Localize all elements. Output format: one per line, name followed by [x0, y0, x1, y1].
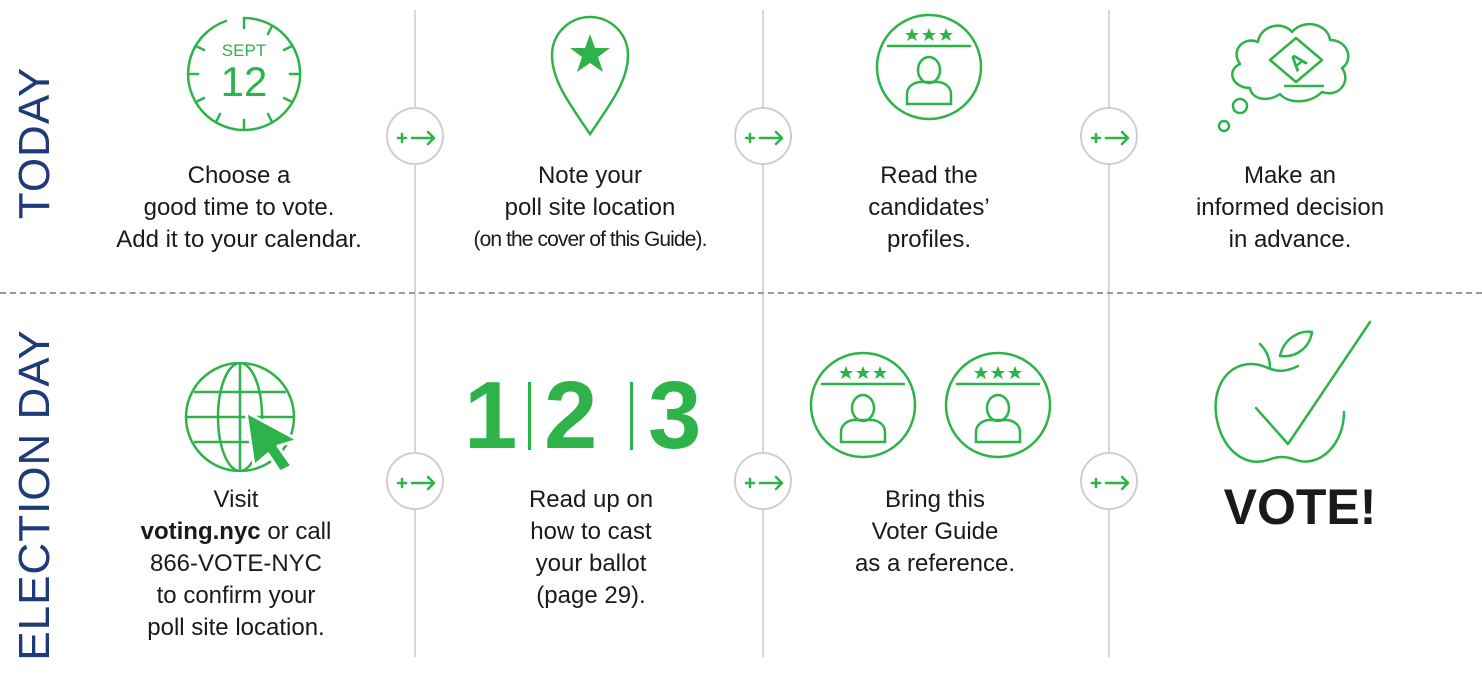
today-step4-caption: Make an informed decision in advance. [1195, 162, 1385, 253]
today-step3-caption: Read the candidates’ profiles. [868, 162, 990, 253]
steps-123-icon: 1 2 3 [462, 368, 722, 464]
clock-calendar-icon: SEPT 12 [184, 14, 304, 134]
plus-arrow-icon [1080, 107, 1138, 165]
today-step1-caption: Choose a good time to vote. Add it to yo… [116, 162, 362, 253]
election-step1-caption: Visit voting.nyc or call 866-VOTE-NYC to… [140, 486, 332, 641]
row-label-today: TODAY [10, 66, 59, 220]
number-one: 1 [464, 362, 518, 469]
apple-checkmark-icon [1208, 318, 1374, 470]
map-pin-star-icon [548, 12, 632, 138]
two-candidate-profiles-icon [808, 350, 1058, 460]
plus-arrow-icon [386, 107, 444, 165]
plus-arrow-icon [1080, 452, 1138, 510]
election-step3-caption: Bring this Voter Guide as a reference. [854, 486, 1016, 577]
election-step2-caption: Read up on how to cast your ballot (page… [528, 486, 654, 609]
globe-cursor-icon [180, 361, 310, 474]
number-two: 2 [544, 362, 598, 469]
plus-arrow-icon [734, 107, 792, 165]
calendar-day: 12 [221, 58, 268, 105]
row-label-election-day: ELECTION DAY [10, 329, 59, 661]
plus-arrow-icon [386, 452, 444, 510]
thought-bubble-ballot-icon: A [1210, 8, 1360, 138]
plus-arrow-icon [734, 452, 792, 510]
today-step2-caption: Note your poll site location (on the cov… [473, 162, 707, 251]
row-divider [0, 292, 1482, 294]
vote-label: VOTE! [1223, 479, 1377, 535]
number-three: 3 [648, 362, 702, 469]
voting-nyc-link[interactable]: voting.nyc [141, 518, 261, 545]
candidate-profile-icon [874, 12, 984, 122]
